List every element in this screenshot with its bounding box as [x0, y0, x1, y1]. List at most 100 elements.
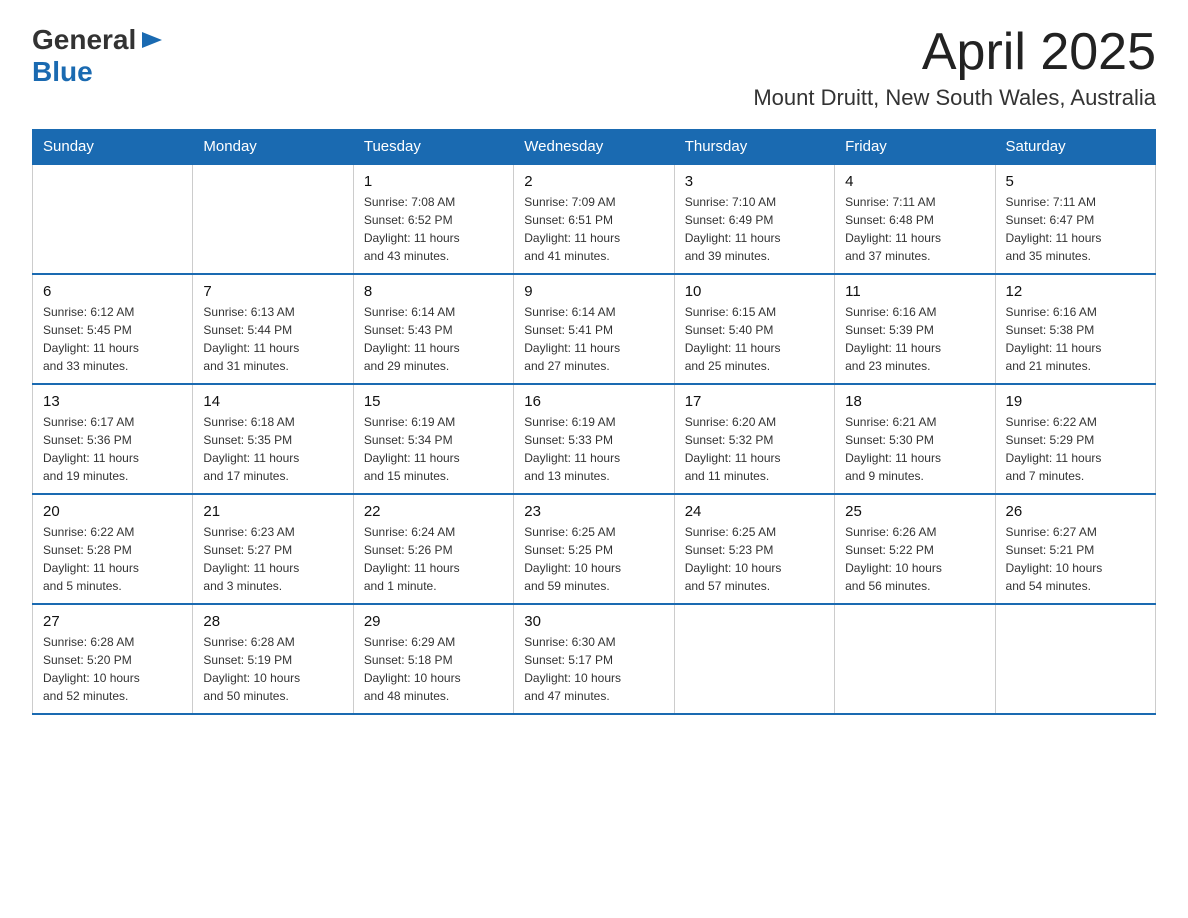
- day-info: Sunrise: 6:26 AM Sunset: 5:22 PM Dayligh…: [845, 523, 984, 595]
- calendar-header: SundayMondayTuesdayWednesdayThursdayFrid…: [33, 130, 1156, 165]
- day-cell: 29Sunrise: 6:29 AM Sunset: 5:18 PM Dayli…: [353, 604, 513, 714]
- day-info: Sunrise: 6:17 AM Sunset: 5:36 PM Dayligh…: [43, 413, 182, 485]
- day-number: 7: [203, 283, 342, 300]
- logo-blue-text: Blue: [32, 56, 93, 88]
- day-info: Sunrise: 6:22 AM Sunset: 5:28 PM Dayligh…: [43, 523, 182, 595]
- day-number: 22: [364, 503, 503, 520]
- logo-arrow-icon: [138, 26, 166, 54]
- day-cell: 18 Sunrise: 6:21 AM Sunset: 5:30 PM Dayli…: [835, 384, 995, 494]
- page-header: General Blue April 2025 Mount Druitt, Ne…: [32, 24, 1156, 111]
- day-number: 15: [364, 393, 503, 410]
- day-number: 24: [685, 503, 824, 520]
- day-cell: [835, 604, 995, 714]
- week-row-1: 1Sunrise: 7:08 AM Sunset: 6:52 PM Daylig…: [33, 164, 1156, 274]
- day-number: 18: [845, 393, 984, 410]
- day-number: 4: [845, 173, 984, 190]
- day-info: Sunrise: 6:14 AM Sunset: 5:41 PM Dayligh…: [524, 303, 663, 375]
- day-number: 21: [203, 503, 342, 520]
- day-number: 19: [1006, 393, 1145, 410]
- day-number: 9: [524, 283, 663, 300]
- day-cell: 27 Sunrise: 6:28 AM Sunset: 5:20 PM Dayli…: [33, 604, 193, 714]
- header-cell-thursday: Thursday: [674, 130, 834, 165]
- header-cell-wednesday: Wednesday: [514, 130, 674, 165]
- day-number: 16: [524, 393, 663, 410]
- day-number: 8: [364, 283, 503, 300]
- day-info: Sunrise: 6:20 AM Sunset: 5:32 PM Dayligh…: [685, 413, 824, 485]
- day-number: 13: [43, 393, 182, 410]
- week-row-2: 6 Sunrise: 6:12 AM Sunset: 5:45 PM Daylig…: [33, 274, 1156, 384]
- day-cell: 17 Sunrise: 6:20 AM Sunset: 5:32 PM Dayli…: [674, 384, 834, 494]
- day-cell: 21 Sunrise: 6:23 AM Sunset: 5:27 PM Dayli…: [193, 494, 353, 604]
- day-cell: 3Sunrise: 7:10 AM Sunset: 6:49 PM Daylig…: [674, 164, 834, 274]
- day-cell: 2 Sunrise: 7:09 AM Sunset: 6:51 PM Daylig…: [514, 164, 674, 274]
- day-number: 14: [203, 393, 342, 410]
- header-row: SundayMondayTuesdayWednesdayThursdayFrid…: [33, 130, 1156, 165]
- day-number: 27: [43, 613, 182, 630]
- day-info: Sunrise: 6:28 AM Sunset: 5:19 PM Dayligh…: [203, 633, 342, 705]
- week-row-5: 27 Sunrise: 6:28 AM Sunset: 5:20 PM Dayli…: [33, 604, 1156, 714]
- day-info: Sunrise: 7:08 AM Sunset: 6:52 PM Dayligh…: [364, 193, 503, 265]
- day-number: 11: [845, 283, 984, 300]
- day-cell: [674, 604, 834, 714]
- day-number: 29: [364, 613, 503, 630]
- day-info: Sunrise: 6:30 AM Sunset: 5:17 PM Dayligh…: [524, 633, 663, 705]
- day-number: 17: [685, 393, 824, 410]
- day-cell: 23Sunrise: 6:25 AM Sunset: 5:25 PM Dayli…: [514, 494, 674, 604]
- day-info: Sunrise: 6:18 AM Sunset: 5:35 PM Dayligh…: [203, 413, 342, 485]
- day-number: 6: [43, 283, 182, 300]
- day-cell: 11 Sunrise: 6:16 AM Sunset: 5:39 PM Dayli…: [835, 274, 995, 384]
- day-info: Sunrise: 6:25 AM Sunset: 5:23 PM Dayligh…: [685, 523, 824, 595]
- day-number: 23: [524, 503, 663, 520]
- day-info: Sunrise: 6:16 AM Sunset: 5:38 PM Dayligh…: [1006, 303, 1145, 375]
- day-cell: 15 Sunrise: 6:19 AM Sunset: 5:34 PM Dayli…: [353, 384, 513, 494]
- day-cell: 9 Sunrise: 6:14 AM Sunset: 5:41 PM Daylig…: [514, 274, 674, 384]
- day-cell: 22 Sunrise: 6:24 AM Sunset: 5:26 PM Dayli…: [353, 494, 513, 604]
- day-number: 26: [1006, 503, 1145, 520]
- day-cell: 25Sunrise: 6:26 AM Sunset: 5:22 PM Dayli…: [835, 494, 995, 604]
- day-info: Sunrise: 7:11 AM Sunset: 6:47 PM Dayligh…: [1006, 193, 1145, 265]
- day-cell: 24 Sunrise: 6:25 AM Sunset: 5:23 PM Dayli…: [674, 494, 834, 604]
- day-info: Sunrise: 7:10 AM Sunset: 6:49 PM Dayligh…: [685, 193, 824, 265]
- day-info: Sunrise: 6:16 AM Sunset: 5:39 PM Dayligh…: [845, 303, 984, 375]
- day-info: Sunrise: 6:12 AM Sunset: 5:45 PM Dayligh…: [43, 303, 182, 375]
- header-cell-tuesday: Tuesday: [353, 130, 513, 165]
- day-info: Sunrise: 6:23 AM Sunset: 5:27 PM Dayligh…: [203, 523, 342, 595]
- day-info: Sunrise: 6:14 AM Sunset: 5:43 PM Dayligh…: [364, 303, 503, 375]
- day-cell: 16Sunrise: 6:19 AM Sunset: 5:33 PM Dayli…: [514, 384, 674, 494]
- day-cell: 4 Sunrise: 7:11 AM Sunset: 6:48 PM Daylig…: [835, 164, 995, 274]
- day-info: Sunrise: 6:21 AM Sunset: 5:30 PM Dayligh…: [845, 413, 984, 485]
- day-number: 28: [203, 613, 342, 630]
- day-info: Sunrise: 6:24 AM Sunset: 5:26 PM Dayligh…: [364, 523, 503, 595]
- week-row-4: 20 Sunrise: 6:22 AM Sunset: 5:28 PM Dayli…: [33, 494, 1156, 604]
- title-section: April 2025 Mount Druitt, New South Wales…: [753, 24, 1156, 111]
- logo: General Blue: [32, 24, 166, 88]
- day-info: Sunrise: 6:19 AM Sunset: 5:34 PM Dayligh…: [364, 413, 503, 485]
- day-cell: 5 Sunrise: 7:11 AM Sunset: 6:47 PM Daylig…: [995, 164, 1155, 274]
- day-cell: 20 Sunrise: 6:22 AM Sunset: 5:28 PM Dayli…: [33, 494, 193, 604]
- header-cell-monday: Monday: [193, 130, 353, 165]
- day-cell: 10Sunrise: 6:15 AM Sunset: 5:40 PM Dayli…: [674, 274, 834, 384]
- day-cell: [995, 604, 1155, 714]
- day-number: 5: [1006, 173, 1145, 190]
- day-info: Sunrise: 7:11 AM Sunset: 6:48 PM Dayligh…: [845, 193, 984, 265]
- header-cell-friday: Friday: [835, 130, 995, 165]
- calendar-body: 1Sunrise: 7:08 AM Sunset: 6:52 PM Daylig…: [33, 164, 1156, 714]
- day-info: Sunrise: 6:27 AM Sunset: 5:21 PM Dayligh…: [1006, 523, 1145, 595]
- day-cell: 19Sunrise: 6:22 AM Sunset: 5:29 PM Dayli…: [995, 384, 1155, 494]
- month-year-title: April 2025: [753, 24, 1156, 81]
- day-cell: 1Sunrise: 7:08 AM Sunset: 6:52 PM Daylig…: [353, 164, 513, 274]
- day-cell: 12Sunrise: 6:16 AM Sunset: 5:38 PM Dayli…: [995, 274, 1155, 384]
- day-info: Sunrise: 6:28 AM Sunset: 5:20 PM Dayligh…: [43, 633, 182, 705]
- day-number: 20: [43, 503, 182, 520]
- day-cell: 7 Sunrise: 6:13 AM Sunset: 5:44 PM Daylig…: [193, 274, 353, 384]
- day-cell: 13 Sunrise: 6:17 AM Sunset: 5:36 PM Dayli…: [33, 384, 193, 494]
- day-number: 2: [524, 173, 663, 190]
- header-cell-saturday: Saturday: [995, 130, 1155, 165]
- day-info: Sunrise: 6:13 AM Sunset: 5:44 PM Dayligh…: [203, 303, 342, 375]
- day-number: 30: [524, 613, 663, 630]
- location-title: Mount Druitt, New South Wales, Australia: [753, 85, 1156, 111]
- calendar-table: SundayMondayTuesdayWednesdayThursdayFrid…: [32, 129, 1156, 715]
- day-cell: 8 Sunrise: 6:14 AM Sunset: 5:43 PM Daylig…: [353, 274, 513, 384]
- day-cell: 14 Sunrise: 6:18 AM Sunset: 5:35 PM Dayli…: [193, 384, 353, 494]
- day-info: Sunrise: 7:09 AM Sunset: 6:51 PM Dayligh…: [524, 193, 663, 265]
